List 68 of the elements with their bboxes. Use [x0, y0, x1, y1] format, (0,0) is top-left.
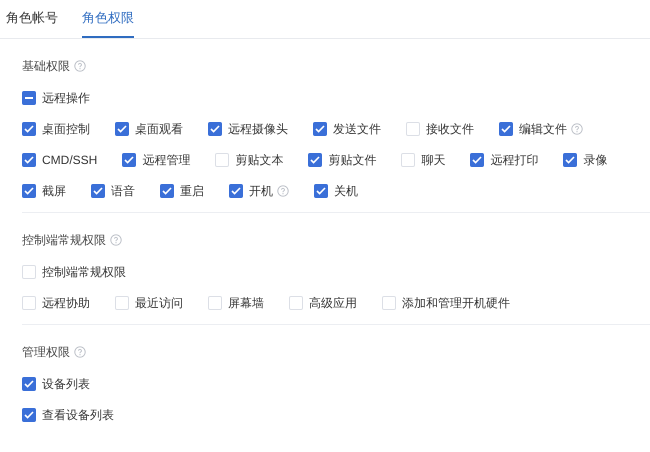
checkbox-label[interactable]: 远程管理 [142, 151, 190, 169]
check-icon [124, 156, 134, 164]
section-title: 管理权限 [22, 344, 70, 361]
check-icon [24, 187, 34, 195]
checkbox[interactable] [22, 122, 36, 136]
check-icon [316, 187, 326, 195]
checkbox-label[interactable]: 远程摄像头 [228, 120, 288, 138]
checkbox-label[interactable]: 远程打印 [490, 151, 538, 169]
checkbox[interactable] [470, 153, 484, 167]
checkbox[interactable] [22, 377, 36, 391]
tab[interactable]: 角色帐号 [6, 0, 58, 38]
checkbox-label[interactable]: 截屏 [42, 182, 66, 200]
checkbox-label[interactable]: 关机 [334, 182, 358, 200]
check-icon [315, 125, 325, 133]
checkbox[interactable] [308, 153, 322, 167]
checkbox[interactable] [22, 408, 36, 422]
checkbox-label[interactable]: 桌面观看 [135, 120, 183, 138]
check-icon [93, 187, 103, 195]
check-icon [210, 125, 220, 133]
check-icon [117, 125, 127, 133]
checkbox-label[interactable]: 语音 [111, 182, 135, 200]
checkbox-label[interactable]: 查看设备列表 [42, 406, 114, 424]
check-icon [24, 156, 34, 164]
checkbox-label[interactable]: 剪贴文本 [235, 151, 284, 169]
checkbox[interactable] [22, 153, 36, 167]
checkbox-label[interactable]: CMD/SSH [42, 151, 98, 169]
checkbox-label[interactable]: 发送文件 [333, 120, 381, 138]
checkbox-label[interactable]: 远程操作 [42, 89, 90, 107]
checkbox[interactable] [160, 184, 174, 198]
section-title: 基础权限 [22, 58, 70, 75]
checkbox-label[interactable]: 开机 [249, 182, 273, 200]
checkbox[interactable] [563, 153, 578, 167]
check-icon [162, 187, 172, 195]
checkbox[interactable] [91, 184, 105, 198]
checkbox[interactable] [314, 184, 328, 198]
checkbox-label[interactable]: 高级应用 [309, 294, 357, 312]
checkbox-label[interactable]: 编辑文件 [519, 120, 567, 138]
checkbox-label[interactable]: 屏幕墙 [228, 294, 264, 312]
check-icon [24, 125, 34, 133]
checkbox[interactable] [122, 153, 136, 167]
checkbox-label[interactable]: 重启 [180, 182, 204, 200]
check-icon [310, 156, 320, 164]
checkbox-label[interactable]: 桌面控制 [42, 120, 90, 138]
checkbox-label[interactable]: 最近访问 [135, 294, 183, 312]
checkbox-label[interactable]: 剪贴文件 [328, 151, 376, 169]
section-title: 控制端常规权限 [22, 232, 106, 249]
check-icon [24, 411, 34, 419]
checkbox-label[interactable]: 接收文件 [426, 120, 474, 138]
tab[interactable]: 角色权限 [82, 0, 134, 38]
checkbox-label[interactable]: 控制端常规权限 [42, 263, 126, 281]
checkbox-label[interactable]: 设备列表 [42, 375, 90, 393]
dash-icon [25, 97, 33, 99]
check-icon [501, 125, 511, 133]
checkbox[interactable] [22, 91, 36, 105]
checkbox[interactable] [22, 184, 36, 198]
checkbox[interactable] [208, 122, 222, 136]
checkbox[interactable] [313, 122, 327, 136]
check-icon [565, 156, 576, 164]
checkbox-label[interactable]: 聊天 [421, 151, 446, 169]
checkbox[interactable] [115, 122, 129, 136]
check-icon [231, 187, 241, 195]
checkbox-label[interactable]: 远程协助 [42, 294, 90, 312]
checkbox-label[interactable]: 录像 [583, 151, 608, 169]
check-icon [24, 380, 34, 388]
checkbox[interactable] [499, 122, 513, 136]
checkbox-label[interactable]: 添加和管理开机硬件 [402, 294, 510, 312]
checkbox[interactable] [229, 184, 243, 198]
check-icon [472, 156, 482, 164]
